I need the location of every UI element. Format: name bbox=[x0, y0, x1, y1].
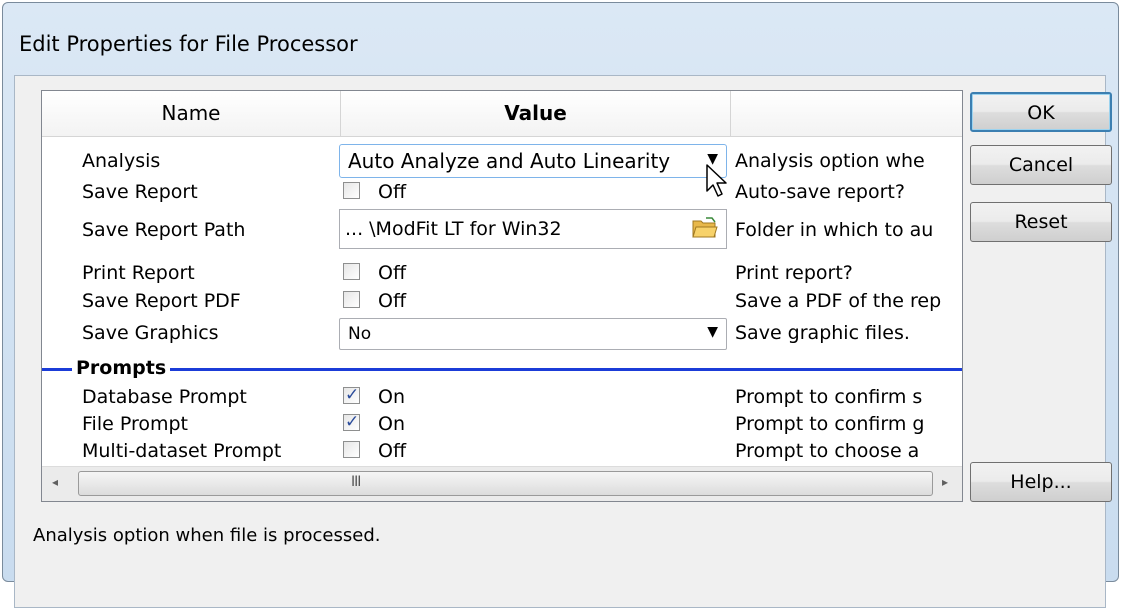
print-report-checkbox[interactable] bbox=[343, 263, 360, 280]
property-description: Auto-save report? bbox=[735, 181, 905, 203]
property-name: Save Report bbox=[82, 181, 198, 203]
multi-dataset-prompt-checkbox[interactable] bbox=[343, 441, 360, 458]
status-text: Analysis option when file is processed. bbox=[33, 525, 381, 546]
property-name: Print Report bbox=[82, 262, 195, 284]
dialog-window: Edit Properties for File Processor Name … bbox=[2, 2, 1119, 608]
scrollbar-thumb[interactable]: III bbox=[78, 471, 933, 496]
help-button[interactable]: Help... bbox=[970, 462, 1112, 502]
property-description: Folder in which to au bbox=[735, 219, 934, 241]
property-name: Save Report Path bbox=[82, 219, 246, 241]
scrollbar-grip: III bbox=[351, 474, 361, 490]
save-graphics-dropdown[interactable]: No ▼ bbox=[339, 318, 727, 350]
property-name: Analysis bbox=[82, 150, 161, 172]
analysis-dropdown-value: Auto Analyze and Auto Linearity bbox=[348, 149, 671, 173]
property-row-analysis[interactable]: Analysis Auto Analyze and Auto Linearity… bbox=[42, 144, 962, 178]
property-description: Analysis option whe bbox=[735, 150, 925, 172]
property-name: Save Report PDF bbox=[82, 290, 241, 312]
file-prompt-state: On bbox=[378, 413, 405, 435]
cancel-button[interactable]: Cancel bbox=[970, 145, 1112, 185]
reset-button[interactable]: Reset bbox=[970, 202, 1112, 242]
property-row-file-prompt[interactable]: File Prompt ✓ On Prompt to confirm g bbox=[42, 410, 962, 438]
section-label: Prompts bbox=[72, 356, 171, 380]
property-row-save-report-path[interactable]: Save Report Path ... \ModFit LT for Win3… bbox=[42, 209, 962, 251]
property-description: Save graphic files. bbox=[735, 322, 910, 344]
save-report-state: Off bbox=[378, 181, 407, 203]
property-grid: Name Value Analysis Auto Analyze and Aut… bbox=[41, 90, 963, 502]
property-name: Database Prompt bbox=[82, 386, 247, 408]
column-header-value[interactable]: Value bbox=[341, 91, 731, 137]
property-description: Prompt to confirm s bbox=[735, 386, 923, 408]
database-prompt-checkbox[interactable]: ✓ bbox=[343, 385, 360, 405]
column-header-name[interactable]: Name bbox=[42, 91, 341, 137]
print-report-state: Off bbox=[378, 262, 407, 284]
property-row-save-graphics[interactable]: Save Graphics No ▼ Save graphic files. bbox=[42, 318, 962, 350]
save-report-pdf-state: Off bbox=[378, 290, 407, 312]
property-description: Save a PDF of the rep bbox=[735, 290, 942, 312]
multi-dataset-prompt-state: Off bbox=[378, 440, 407, 462]
analysis-dropdown[interactable]: Auto Analyze and Auto Linearity ▼ bbox=[339, 144, 727, 178]
column-header-description[interactable] bbox=[731, 91, 962, 137]
property-row-save-report[interactable]: Save Report Off Auto-save report? bbox=[42, 178, 962, 206]
chevron-down-icon[interactable]: ▼ bbox=[707, 324, 718, 340]
property-name: File Prompt bbox=[82, 413, 188, 435]
scroll-right-arrow-icon[interactable]: ▸ bbox=[942, 475, 948, 489]
property-row-multi-dataset-prompt[interactable]: Multi-dataset Prompt Off Prompt to choos… bbox=[42, 437, 962, 465]
horizontal-scrollbar[interactable]: ◂ III ▸ bbox=[42, 466, 962, 501]
section-divider bbox=[42, 368, 962, 371]
property-row-save-report-pdf[interactable]: Save Report PDF Off Save a PDF of the re… bbox=[42, 287, 962, 315]
section-header-prompts: Prompts bbox=[42, 356, 962, 382]
save-report-path-value: ... \ModFit LT for Win32 bbox=[345, 218, 562, 240]
property-name: Save Graphics bbox=[82, 322, 219, 344]
checkmark-icon: ✓ bbox=[345, 412, 360, 432]
checkmark-icon: ✓ bbox=[345, 385, 360, 405]
save-graphics-dropdown-value: No bbox=[348, 324, 372, 344]
title-bar[interactable]: Edit Properties for File Processor bbox=[3, 3, 1118, 61]
scroll-left-arrow-icon[interactable]: ◂ bbox=[52, 475, 58, 489]
ok-button[interactable]: OK bbox=[970, 92, 1112, 132]
property-description: Print report? bbox=[735, 262, 853, 284]
save-report-checkbox[interactable] bbox=[343, 182, 360, 199]
property-name: Multi-dataset Prompt bbox=[82, 440, 282, 462]
property-description: Prompt to confirm g bbox=[735, 413, 925, 435]
folder-open-icon[interactable] bbox=[692, 217, 718, 239]
file-prompt-checkbox[interactable]: ✓ bbox=[343, 412, 360, 432]
mouse-pointer-icon bbox=[706, 164, 727, 197]
window-title: Edit Properties for File Processor bbox=[19, 32, 358, 56]
property-description: Prompt to choose a bbox=[735, 440, 920, 462]
database-prompt-state: On bbox=[378, 386, 405, 408]
save-report-pdf-checkbox[interactable] bbox=[343, 291, 360, 308]
dialog-client-area: Name Value Analysis Auto Analyze and Aut… bbox=[14, 75, 1112, 608]
save-report-path-field[interactable]: ... \ModFit LT for Win32 bbox=[339, 209, 727, 249]
property-row-database-prompt[interactable]: Database Prompt ✓ On Prompt to confirm s bbox=[42, 383, 962, 411]
property-row-print-report[interactable]: Print Report Off Print report? bbox=[42, 259, 962, 287]
